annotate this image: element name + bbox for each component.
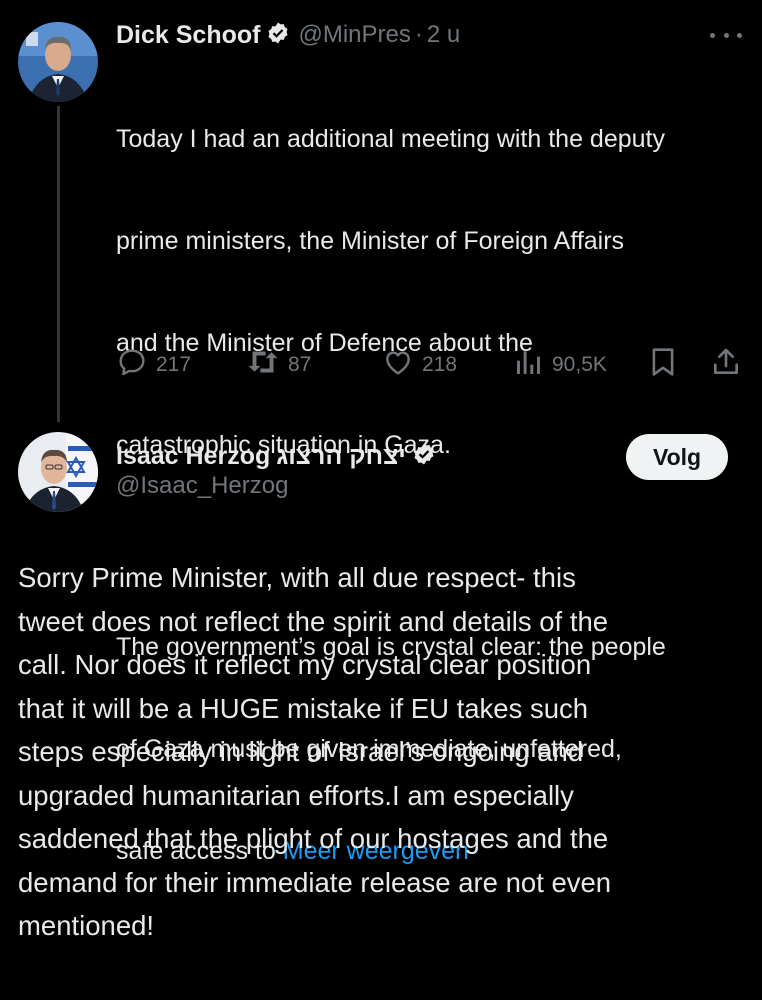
follow-button[interactable]: Volg — [626, 434, 728, 480]
bookmark-icon[interactable] — [650, 346, 676, 378]
verified-badge-icon — [412, 442, 436, 471]
text-line: mentioned! — [18, 910, 155, 941]
timestamp[interactable]: 2 u — [427, 21, 460, 49]
verified-badge-icon — [266, 21, 290, 50]
author-name[interactable]: Dick Schoof — [116, 21, 260, 50]
text-line: steps especially in light of Israel’s on… — [18, 736, 584, 767]
tweet1-actions: 217 87 218 90,5K — [0, 346, 762, 382]
tweet1-header: Dick Schoof @MinPres · 2 u — [116, 18, 460, 52]
share-icon[interactable] — [710, 346, 742, 378]
text-line: Today I had an additional meeting with t… — [116, 125, 665, 153]
like-icon — [382, 346, 414, 384]
author-name-hebrew[interactable]: יצחק הרצוג — [276, 442, 406, 471]
text-line: tweet does not reflect the spirit and de… — [18, 605, 609, 637]
reply-button[interactable]: 217 — [116, 346, 191, 384]
avatar-isaac-herzog[interactable] — [18, 432, 98, 512]
text-line: call. Nor does it reflect my crystal cle… — [18, 649, 592, 680]
repost-count: 87 — [288, 353, 312, 376]
repost-button[interactable]: 87 — [246, 346, 311, 384]
tweet2-text: Sorry Prime Minister, with all due respe… — [18, 556, 748, 948]
views-button[interactable]: 90,5K — [514, 346, 607, 384]
text-line: that it will be a HUGE mistake if EU tak… — [18, 692, 589, 724]
text-line: saddened that the plight of our hostages… — [18, 823, 609, 854]
author-handle[interactable]: @MinPres — [298, 21, 410, 49]
more-icon[interactable] — [710, 30, 742, 40]
reply-icon — [116, 346, 148, 384]
text-line: Sorry Prime Minister, with all due respe… — [18, 562, 576, 593]
author-handle[interactable]: @Isaac_Herzog — [116, 472, 288, 500]
like-button[interactable]: 218 — [382, 346, 457, 384]
author-name[interactable]: Isaac Herzog — [116, 442, 270, 471]
views-icon — [514, 346, 544, 384]
reply-count: 217 — [156, 353, 192, 376]
text-line: prime ministers, the Minister of Foreign… — [116, 227, 625, 255]
text-line: upgraded humanitarian efforts.I am espec… — [18, 779, 574, 811]
repost-icon — [246, 346, 280, 384]
text-line: demand for their immediate release are n… — [18, 866, 612, 898]
views-count: 90,5K — [552, 353, 607, 376]
separator-dot: · — [414, 21, 423, 48]
like-count: 218 — [422, 353, 458, 376]
avatar-dick-schoof[interactable] — [18, 22, 98, 102]
tweet2-header: Isaac Herzog יצחק הרצוג — [116, 438, 438, 474]
